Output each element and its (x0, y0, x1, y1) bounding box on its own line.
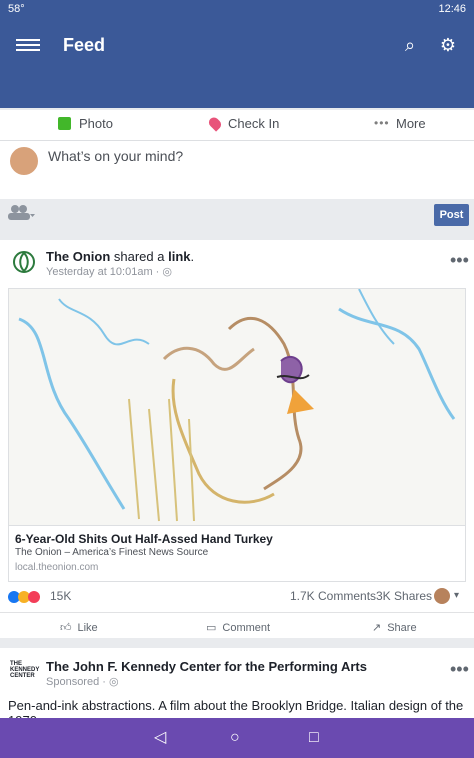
feed-separator (0, 232, 474, 240)
share-button[interactable]: ↗ Share (372, 621, 417, 634)
onion-logo[interactable] (12, 250, 36, 274)
navigation-tabs (0, 70, 474, 108)
more-label: More (396, 116, 426, 131)
android-nav-bar: ◁ ○ □ (0, 718, 474, 758)
post-header-period: . (190, 249, 195, 264)
link-description: The Onion – America’s Finest News Source (15, 547, 209, 558)
people-icon (8, 205, 35, 220)
link-domain: local.theonion.com (15, 562, 99, 573)
checkin-label: Check In (228, 116, 280, 131)
checkin-button[interactable]: Check In (206, 115, 280, 132)
comment-count[interactable]: 1.7K Comments (290, 589, 376, 603)
reaction-count: 15K (50, 589, 72, 603)
post-author[interactable]: The Onion (46, 249, 110, 264)
reaction-summary[interactable]: 15K 1.7K Comments 3K Shares ▾ (8, 588, 466, 607)
search-icon[interactable]: ⌕ (398, 33, 422, 57)
home-icon[interactable]: ○ (230, 730, 240, 746)
composer-actions: Photo Check In ••• More (0, 110, 474, 141)
chevron-down-icon[interactable]: ▾ (454, 590, 459, 601)
post-button[interactable]: Post (434, 204, 469, 226)
status-input[interactable]: What’s on your mind? (48, 148, 183, 164)
menu-icon[interactable] (16, 36, 40, 54)
share-label: Share (387, 622, 417, 634)
sponsored-options-icon[interactable]: ••• (450, 660, 469, 678)
comment-label: Comment (222, 622, 271, 634)
like-button[interactable]: 👍︎ Like (60, 621, 98, 634)
app-bar: Feed ⌕ ⚙ (0, 20, 474, 70)
post-link-word[interactable]: link (168, 249, 190, 264)
more-dots-icon: ••• (374, 116, 390, 130)
page-title: Feed (63, 35, 106, 55)
sponsored-label: Sponsored · ◎ (46, 676, 119, 688)
audience-selector[interactable] (6, 202, 36, 222)
post-action-row: 👍︎ Like ▭ Comment ↗ Share (0, 612, 474, 641)
kennedy-center-logo[interactable]: THE KENNEDY CENTER (10, 661, 39, 679)
link-preview[interactable]: 6-Year-Old Shits Out Half-Assed Hand Tur… (8, 526, 466, 582)
love-reaction-icon (28, 591, 40, 603)
recent-apps-icon[interactable]: □ (309, 730, 319, 746)
location-pin-icon (206, 115, 224, 132)
post-header: The Onion shared a link. (46, 249, 194, 264)
crayon-drawing (18, 289, 456, 522)
gear-icon[interactable]: ⚙ (436, 33, 460, 57)
sponsored-author[interactable]: The John F. Kennedy Center for the Perfo… (46, 659, 367, 674)
like-label: Like (77, 622, 98, 634)
viewer-avatar (434, 588, 450, 604)
link-title[interactable]: 6-Year-Old Shits Out Half-Assed Hand Tur… (15, 532, 273, 546)
post-options-icon[interactable]: ••• (450, 251, 469, 269)
photo-icon (58, 117, 71, 130)
photo-button[interactable]: Photo (58, 116, 113, 131)
user-avatar (8, 145, 40, 177)
post-timestamp: Yesterday at 10:01am · ◎ (46, 266, 172, 278)
status-bar: 58° 12:46 (0, 0, 474, 20)
share-icon: ↗ (372, 622, 382, 634)
more-button[interactable]: ••• More (374, 116, 426, 131)
back-icon[interactable]: ◁ (154, 730, 166, 746)
share-count[interactable]: 3K Shares (376, 589, 432, 603)
comment-icon: ▭ (206, 622, 217, 634)
post-image[interactable] (8, 288, 466, 526)
photo-label: Photo (79, 116, 113, 131)
comment-button[interactable]: ▭ Comment (206, 621, 270, 634)
post-action-text: shared a (110, 249, 169, 264)
thumb-up-icon: 👍︎ (60, 622, 72, 634)
weather-temperature: 58° (8, 3, 25, 15)
onion-logo-icon (13, 251, 35, 273)
clock: 12:46 (438, 3, 466, 15)
